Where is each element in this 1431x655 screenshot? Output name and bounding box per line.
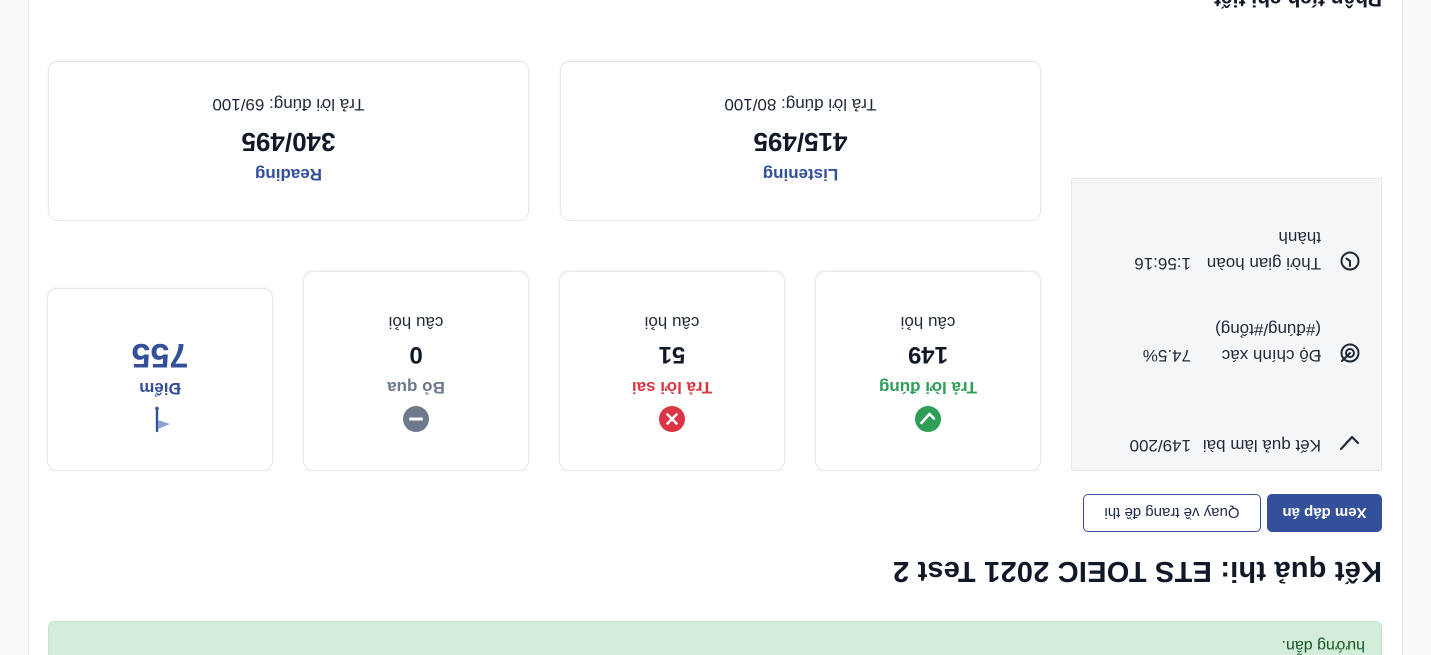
target-icon [1340, 343, 1360, 363]
detail-section-title: Phân tích chi tiết [1214, 0, 1382, 10]
result-card: hướng dẫn. Kết quả thi: ETS TOEIC 2021 T… [28, 0, 1403, 655]
time-label: Thời gian hoàn thành [1206, 228, 1321, 273]
wrong-value: 51 [658, 341, 686, 368]
skipped-label: Bỏ qua [387, 378, 445, 397]
listening-score: 415/495 [753, 127, 848, 157]
wrong-card: Trả lời sai 51 câu hỏi [559, 271, 785, 471]
page-title: Kết quả thi: ETS TOEIC 2021 Test 2 [892, 555, 1382, 587]
score-label: Điểm [139, 379, 181, 398]
summary-accuracy-row: Độ chính xác (#đúng/#tổng) 74.5% [1090, 308, 1361, 368]
correct-card: Trả lời đúng 149 câu hỏi [815, 271, 1041, 471]
listening-card: Listening 415/495 Trả lời đúng: 80/100 [560, 61, 1041, 221]
flag-icon [155, 406, 170, 433]
x-circle-icon [659, 406, 685, 432]
score-value: 755 [131, 336, 189, 374]
correct-unit: câu hỏi [900, 313, 956, 332]
reading-card: Reading 340/495 Trả lời đúng: 69/100 [48, 61, 529, 221]
reading-score: 340/495 [241, 127, 336, 157]
wrong-label: Trả lời sai [631, 378, 713, 397]
summary-time-row: Thời gian hoàn thành 1:56:16 [1090, 216, 1361, 276]
summary-result-row: Kết quả làm bài 149/200 [1090, 398, 1361, 458]
alert-text: hướng dẫn. [1281, 637, 1365, 654]
reading-label: Reading [254, 165, 323, 184]
skipped-unit: câu hỏi [388, 313, 444, 332]
check-icon [1339, 435, 1360, 451]
clock-icon [1340, 251, 1360, 271]
back-to-test-button[interactable]: Quay về trang đề thi [1083, 494, 1261, 532]
skipped-value: 0 [409, 341, 423, 368]
correct-value: 149 [907, 341, 949, 368]
result-value: 149/200 [1129, 436, 1191, 455]
accuracy-label: Độ chính xác (#đúng/#tổng) [1215, 320, 1321, 365]
info-alert: hướng dẫn. [48, 621, 1382, 655]
minus-circle-icon [403, 406, 429, 432]
accuracy-value: 74.5% [1142, 346, 1191, 365]
skipped-card: Bỏ qua 0 câu hỏi [303, 271, 529, 471]
correct-label: Trả lời đúng [878, 378, 978, 397]
view-answers-button[interactable]: Xem đáp án [1267, 494, 1382, 532]
listening-label: Listening [762, 165, 839, 184]
listening-correct: Trả lời đúng: 80/100 [724, 95, 877, 114]
result-label: Kết quả làm bài [1202, 436, 1321, 455]
page: hướng dẫn. Kết quả thi: ETS TOEIC 2021 T… [0, 0, 1431, 655]
score-card: Điểm 755 [47, 288, 273, 471]
wrong-unit: câu hỏi [644, 313, 700, 332]
check-circle-icon [915, 406, 941, 432]
result-summary: Kết quả làm bài 149/200 Độ chính xác (#đ… [1071, 178, 1382, 471]
time-value: 1:56:16 [1134, 254, 1191, 273]
reading-correct: Trả lời đúng: 69/100 [212, 95, 365, 114]
